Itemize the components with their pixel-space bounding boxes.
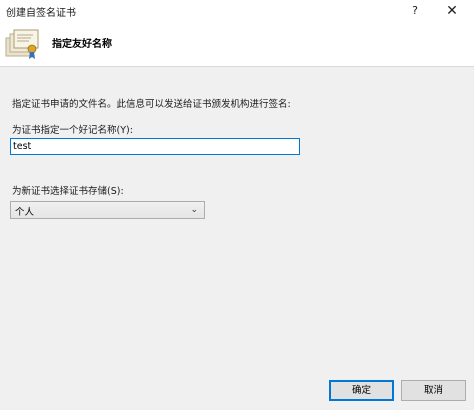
create-self-signed-certificate-dialog: 创建自签名证书 ? ✕ 指定友好名称 指定证书申请的文件名。此信息可以发送给证书…	[0, 0, 474, 410]
certificate-store-value: 个人	[15, 207, 35, 218]
title-bar: 创建自签名证书 ? ✕	[0, 0, 474, 22]
cancel-button[interactable]: 取消	[401, 380, 466, 401]
description-text: 指定证书申请的文件名。此信息可以发送给证书颁发机构进行签名:	[12, 99, 291, 110]
wizard-header: 指定友好名称	[0, 22, 474, 67]
friendly-name-label: 为证书指定一个好记名称(Y):	[12, 125, 133, 136]
certificate-icon	[5, 29, 39, 59]
ok-button[interactable]: 确定	[329, 380, 394, 401]
certificate-store-label: 为新证书选择证书存储(S):	[12, 186, 124, 197]
help-button[interactable]: ?	[404, 0, 426, 22]
chevron-down-icon: ⌄	[190, 205, 198, 215]
certificate-store-select[interactable]: 个人 ⌄	[10, 201, 205, 219]
close-button[interactable]: ✕	[430, 0, 474, 22]
window-title: 创建自签名证书	[6, 8, 76, 19]
step-title: 指定友好名称	[52, 39, 112, 50]
friendly-name-input[interactable]: test	[10, 138, 300, 155]
